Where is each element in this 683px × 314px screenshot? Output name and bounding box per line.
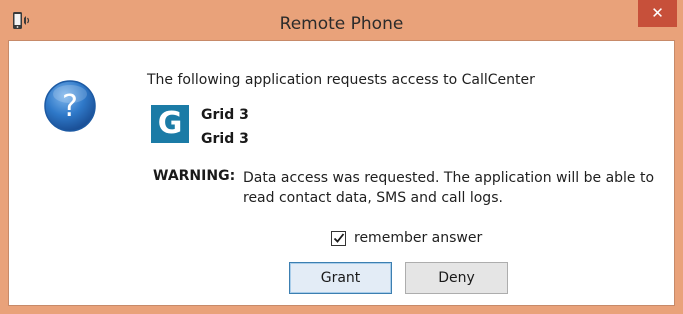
close-button[interactable]: ✕ <box>638 0 677 27</box>
remember-answer-checkbox[interactable]: remember answer <box>331 230 482 246</box>
app-subtitle: Grid 3 <box>201 131 249 147</box>
checkmark-icon <box>333 232 345 243</box>
warning-label: WARNING: <box>153 168 236 184</box>
title-bar[interactable]: Remote Phone ✕ <box>0 0 683 40</box>
remember-answer-label: remember answer <box>354 230 483 246</box>
checkbox-box[interactable] <box>331 230 346 246</box>
question-icon: ? <box>43 79 97 133</box>
app-logo: G <box>151 105 189 143</box>
window-title: Remote Phone <box>279 14 404 34</box>
dialog-window: Remote Phone ✕ ? The following applicati… <box>0 0 683 314</box>
app-name: Grid 3 <box>201 107 249 123</box>
svg-text:?: ? <box>62 89 78 124</box>
request-prompt: The following application requests acces… <box>147 72 535 88</box>
warning-text: Data access was requested. The applicati… <box>243 170 655 206</box>
close-icon: ✕ <box>651 4 664 22</box>
dialog-body: ? The following application requests acc… <box>8 40 675 306</box>
deny-button[interactable]: Deny <box>405 262 508 294</box>
grant-button[interactable]: Grant <box>289 262 392 294</box>
